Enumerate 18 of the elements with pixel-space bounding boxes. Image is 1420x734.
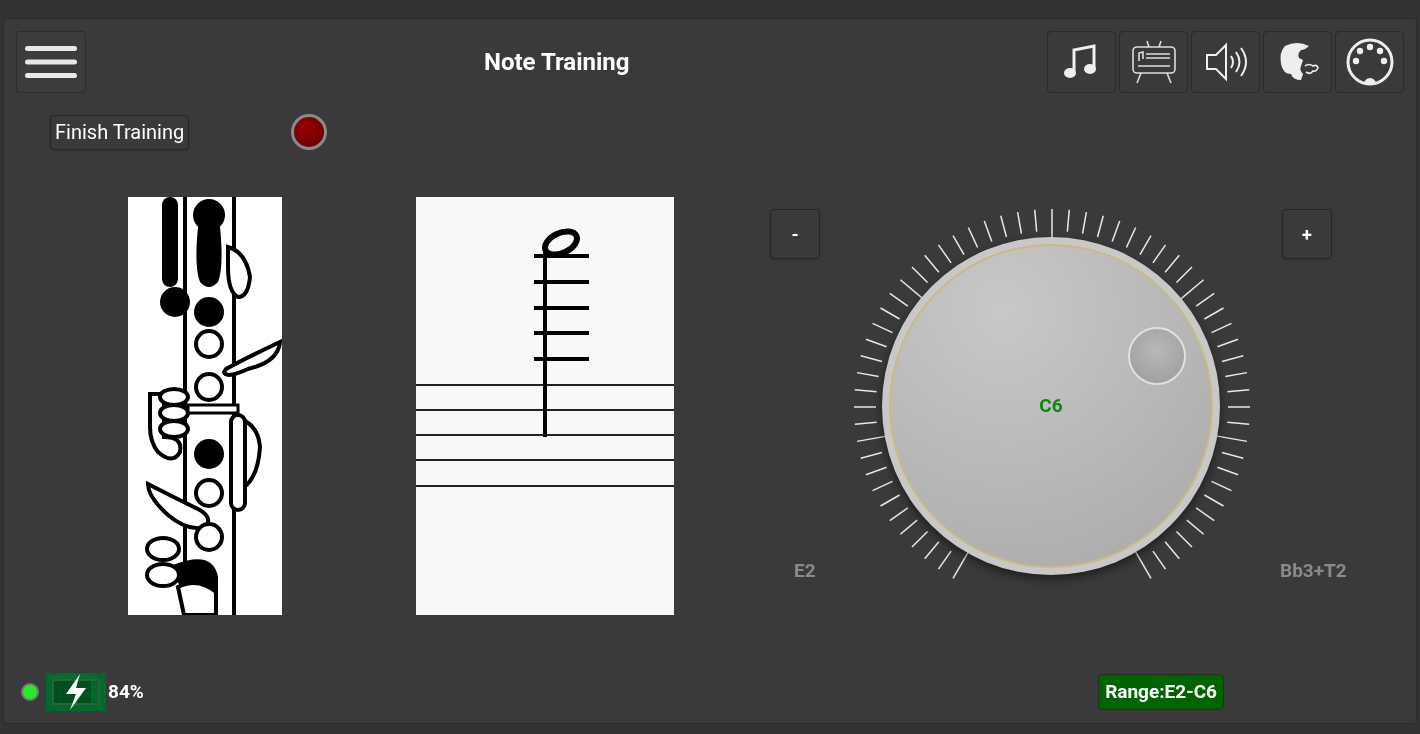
- speaker-icon: [1203, 42, 1248, 82]
- breath-button[interactable]: [1263, 31, 1332, 93]
- decrease-button[interactable]: -: [770, 209, 820, 259]
- increase-button[interactable]: +: [1282, 209, 1332, 259]
- midi-button[interactable]: [1335, 31, 1404, 93]
- score-button[interactable]: [1119, 31, 1188, 93]
- range-min-label: E2: [794, 558, 816, 584]
- range-badge: Range:E2-C6: [1098, 674, 1224, 710]
- finish-training-button[interactable]: Finish Training: [50, 114, 190, 150]
- knob-value: C6: [1039, 392, 1063, 419]
- screen-title: Note Training: [484, 47, 630, 78]
- menu-button[interactable]: [16, 31, 86, 93]
- battery-percentage: 84%: [108, 678, 144, 705]
- midi-connector-icon: [1344, 37, 1395, 87]
- music-button[interactable]: [1047, 31, 1116, 93]
- range-max-label: Bb3+T2: [1280, 558, 1347, 584]
- sound-button[interactable]: [1191, 31, 1260, 93]
- menu-icon: [25, 45, 77, 79]
